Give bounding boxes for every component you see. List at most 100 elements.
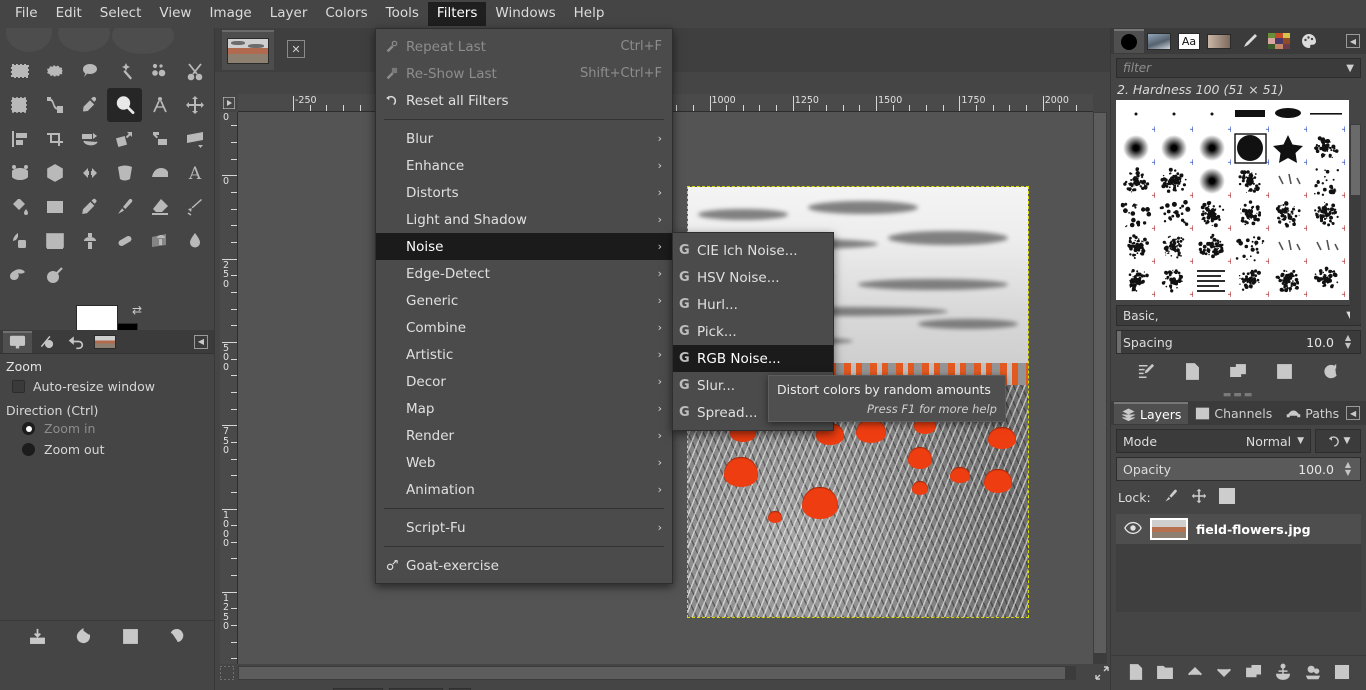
dock-menu-button[interactable]: ◀ — [1346, 34, 1360, 48]
brush-item[interactable]: + — [1117, 265, 1155, 298]
dodge-burn-tool[interactable] — [37, 258, 72, 292]
pencil-tool[interactable] — [72, 190, 107, 224]
menu-item-reset-all-filters[interactable]: Reset all Filters — [376, 87, 672, 114]
brush-item[interactable]: + — [1117, 166, 1155, 199]
brush-item[interactable]: + — [1269, 232, 1307, 265]
duplicate-layer-icon[interactable] — [1245, 663, 1263, 684]
menu-item-rgb-noise[interactable]: G RGB Noise... — [673, 345, 833, 372]
horizontal-scroll-thumb[interactable] — [239, 667, 1065, 679]
rotate-tool[interactable] — [72, 122, 107, 156]
menu-item-cie-lch-noise[interactable]: G CIE lch Noise... — [673, 237, 833, 264]
brush-filter-input[interactable]: filter ▼ — [1116, 58, 1361, 78]
rect-select-tool[interactable] — [2, 54, 37, 88]
brush-item[interactable]: + — [1117, 199, 1155, 232]
menu-item-repeat-last[interactable]: Repeat Last Ctrl+F — [376, 33, 672, 60]
brush-grid[interactable]: + + + + + + + + + + + + + + + + + + + + + + + + + + + + + + + + + + + + — [1116, 100, 1349, 300]
images-tab[interactable] — [90, 331, 119, 353]
mypaint-brush-tool[interactable] — [37, 224, 72, 258]
zoom-tool[interactable] — [107, 88, 142, 122]
refresh-brushes-icon[interactable] — [1321, 362, 1340, 384]
auto-resize-window-option[interactable]: Auto-resize window — [0, 376, 214, 397]
brush-item[interactable]: + — [1231, 100, 1269, 133]
brush-item[interactable]: + — [1117, 100, 1155, 133]
scale-tool[interactable] — [107, 122, 142, 156]
brushes-tab[interactable] — [1114, 29, 1144, 53]
zoom-out-radio[interactable] — [22, 443, 35, 456]
flip-tool[interactable] — [72, 156, 107, 190]
close-tab-icon[interactable]: ✕ — [287, 40, 305, 58]
brush-item[interactable]: + — [1231, 265, 1269, 298]
brush-item[interactable]: + — [1231, 133, 1269, 166]
menu-select[interactable]: Select — [91, 2, 151, 26]
lower-layer-icon[interactable] — [1215, 663, 1233, 684]
menu-item-generic[interactable]: Generic › — [376, 287, 672, 314]
opacity-stepper[interactable]: ▲ ▼ — [1340, 461, 1356, 477]
brush-item[interactable]: + — [1307, 100, 1345, 133]
lock-position-icon[interactable] — [1191, 488, 1207, 507]
menu-item-edge-detect[interactable]: Edge-Detect › — [376, 260, 672, 287]
select-by-color-tool[interactable] — [142, 54, 177, 88]
brush-item[interactable]: + — [1155, 166, 1193, 199]
menu-item-hurl[interactable]: G Hurl... — [673, 291, 833, 318]
gradient-tool[interactable] — [37, 190, 72, 224]
free-select-tool[interactable] — [72, 54, 107, 88]
brush-item[interactable]: + — [1193, 232, 1231, 265]
new-brush-icon[interactable] — [1183, 362, 1202, 384]
ruler-origin-button[interactable] — [220, 94, 238, 112]
brush-item[interactable]: + — [1307, 166, 1345, 199]
ellipse-select-tool[interactable] — [37, 54, 72, 88]
menu-edit[interactable]: Edit — [47, 2, 91, 26]
eraser-tool[interactable] — [142, 190, 177, 224]
dock-menu-button[interactable]: ◀ — [194, 335, 208, 349]
delete-tool-preset-icon[interactable] — [121, 627, 140, 649]
align-tool[interactable] — [2, 122, 37, 156]
delete-layer-icon[interactable] — [1333, 663, 1351, 684]
opacity-value[interactable]: 100.0 — [1298, 462, 1334, 477]
brush-item[interactable]: + — [1269, 166, 1307, 199]
tab-layers[interactable]: Layers — [1114, 402, 1188, 424]
menu-item-distorts[interactable]: Distorts › — [376, 179, 672, 206]
dock-menu-button[interactable]: ◀ — [1346, 406, 1360, 420]
filters-menu[interactable]: Repeat Last Ctrl+F Re-Show Last Shift+Ct… — [375, 28, 673, 584]
menu-colors[interactable]: Colors — [316, 2, 376, 26]
undo-history-tab[interactable] — [61, 331, 90, 353]
layer-list[interactable]: field-flowers.jpg — [1116, 514, 1361, 612]
dock-resize-grip[interactable]: ▬▬▬ — [1111, 390, 1366, 399]
brush-item[interactable]: + — [1231, 199, 1269, 232]
clone-tool[interactable] — [72, 224, 107, 258]
shear-tool[interactable] — [142, 122, 177, 156]
foreground-select-tool[interactable] — [2, 88, 37, 122]
menu-item-artistic[interactable]: Artistic › — [376, 341, 672, 368]
menu-item-map[interactable]: Map › — [376, 395, 672, 422]
paintbrush-tool[interactable] — [107, 190, 142, 224]
menu-help[interactable]: Help — [565, 2, 614, 26]
paint-dynamics-tab[interactable] — [1234, 29, 1264, 53]
palettes-tab[interactable] — [1264, 29, 1294, 53]
brush-item[interactable]: + — [1307, 133, 1345, 166]
chevron-down-icon[interactable]: ▼ — [1346, 63, 1354, 74]
brush-item[interactable]: + — [1155, 232, 1193, 265]
fonts-tab[interactable]: Aa — [1174, 29, 1204, 53]
restore-tool-preset-icon[interactable] — [74, 627, 93, 649]
lock-pixels-icon[interactable] — [1163, 488, 1179, 507]
menu-item-render[interactable]: Render › — [376, 422, 672, 449]
vertical-scroll-thumb[interactable] — [1094, 113, 1106, 653]
menu-item-hsv-noise[interactable]: G HSV Noise... — [673, 264, 833, 291]
brush-tag-combo[interactable]: Basic, ▼ — [1116, 305, 1361, 326]
airbrush-tool[interactable] — [177, 190, 212, 224]
brush-item[interactable]: + — [1269, 199, 1307, 232]
spacing-stepper[interactable]: ▲ ▼ — [1340, 334, 1356, 350]
cage-transform-tool[interactable] — [107, 156, 142, 190]
color-picker-tool[interactable] — [72, 88, 107, 122]
smudge-tool[interactable] — [2, 258, 37, 292]
menu-item-goat-exercise[interactable]: Goat-exercise — [376, 552, 672, 579]
delete-brush-icon[interactable] — [1275, 362, 1294, 384]
ink-tool[interactable] — [2, 224, 37, 258]
brush-item[interactable]: + — [1231, 232, 1269, 265]
menu-item-combine[interactable]: Combine › — [376, 314, 672, 341]
perspective-clone-tool[interactable] — [142, 224, 177, 258]
layer-row[interactable]: field-flowers.jpg — [1116, 514, 1361, 544]
menu-item-blur[interactable]: Blur › — [376, 125, 672, 152]
layer-visibility-icon[interactable] — [1124, 521, 1142, 538]
paths-tool[interactable] — [37, 88, 72, 122]
